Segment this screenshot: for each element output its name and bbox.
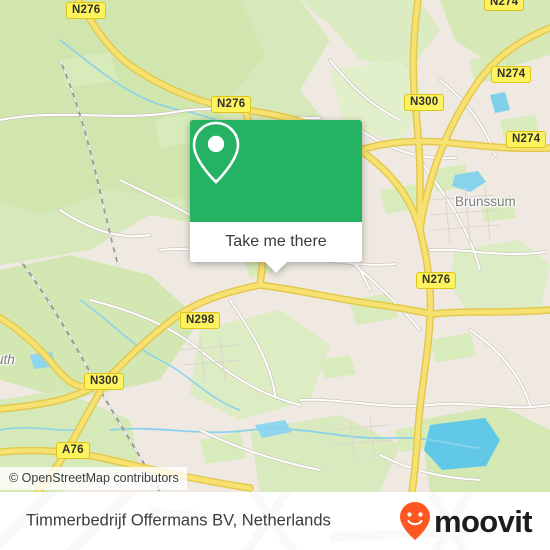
- moovit-wordmark: moovit: [433, 503, 533, 539]
- road-shield: N276: [66, 2, 107, 19]
- road-shield: N276: [416, 272, 457, 289]
- road-shield: N274: [491, 66, 532, 83]
- take-me-there-label: Take me there: [225, 233, 327, 250]
- road-shield: N300: [404, 94, 445, 111]
- popup-action-row[interactable]: Take me there: [190, 222, 362, 262]
- road-shield: N276: [211, 96, 252, 113]
- moovit-smiley-pin-icon: [399, 502, 430, 540]
- osm-attribution-text: © OpenStreetMap contributors: [9, 471, 179, 485]
- place-label-partial: uth: [0, 352, 15, 367]
- footer-bar: Timmerbedrijf Offermans BV, Netherlands …: [0, 492, 550, 550]
- osm-attribution[interactable]: © OpenStreetMap contributors: [0, 467, 187, 490]
- popup-pointer: [265, 262, 287, 273]
- road-shield: N274: [484, 0, 525, 11]
- map-pin-icon: [192, 121, 240, 184]
- map-screenshot: N276 N276 N274 N274 N300 N274 N276 N298 …: [0, 0, 550, 550]
- road-shield: A76: [56, 442, 90, 459]
- location-title: Timmerbedrijf Offermans BV, Netherlands: [26, 511, 331, 530]
- road-shield: N298: [180, 312, 221, 329]
- road-shield: N274: [506, 131, 547, 148]
- map-canvas[interactable]: N276 N276 N274 N274 N300 N274 N276 N298 …: [0, 0, 550, 492]
- moovit-brand[interactable]: moovit: [399, 501, 533, 541]
- location-popup-card[interactable]: Take me there: [190, 120, 362, 273]
- place-label-brunssum: Brunssum: [455, 194, 516, 209]
- popup-header: [190, 120, 362, 222]
- road-shield: N300: [84, 373, 125, 390]
